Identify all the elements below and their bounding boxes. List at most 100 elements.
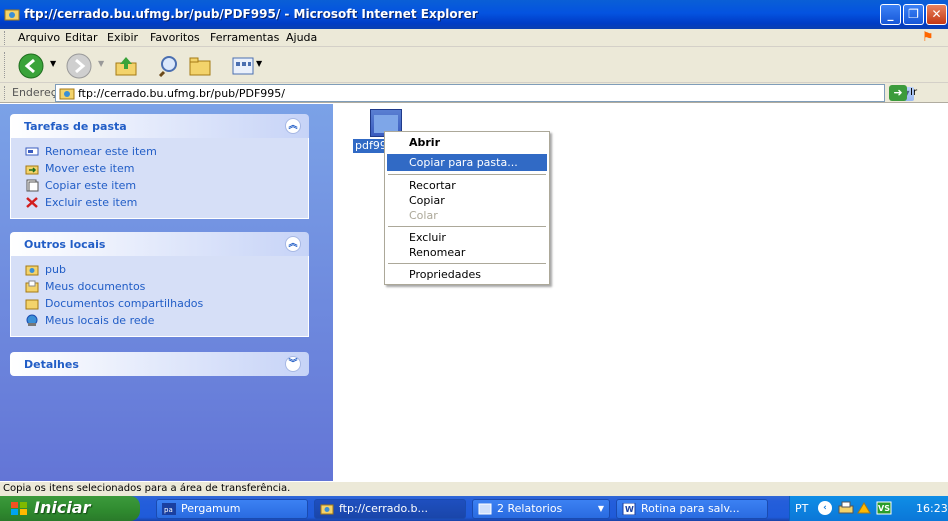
word-document-icon: W: [622, 503, 636, 515]
folders-icon[interactable]: [188, 55, 212, 77]
address-value: ftp://cerrado.bu.ufmg.br/pub/PDF995/: [78, 87, 285, 100]
language-indicator[interactable]: PT: [795, 502, 808, 515]
expand-icon[interactable]: ︾: [285, 356, 301, 372]
views-icon[interactable]: [232, 56, 254, 76]
collapse-icon[interactable]: ︽: [285, 236, 301, 252]
menu-separator: [388, 174, 546, 175]
back-dropdown-icon[interactable]: ▼: [50, 59, 56, 68]
task-relatorios[interactable]: 2 Relatorios ▼: [472, 499, 610, 519]
status-text: Copia os itens selecionados para a área …: [3, 483, 291, 494]
menu-item-rename[interactable]: Renomear: [387, 244, 547, 261]
views-dropdown-icon[interactable]: ▼: [256, 59, 262, 68]
minimize-button[interactable]: _: [880, 4, 901, 25]
svg-text:VS: VS: [878, 504, 890, 513]
toolbar: ▼ ▼ ▼: [0, 47, 948, 83]
toolbar-grip: [4, 52, 6, 78]
menu-bar: Arquivo Editar Exibir Favoritos Ferramen…: [0, 29, 948, 47]
clock: 16:23: [916, 502, 948, 515]
window-group-icon: [478, 503, 492, 515]
menu-ferramentas[interactable]: Ferramentas: [210, 31, 279, 44]
up-folder-icon[interactable]: [114, 55, 138, 77]
task-move[interactable]: Mover este item: [25, 161, 308, 178]
place-my-documents[interactable]: Meus documentos: [25, 279, 308, 296]
windows-flag-icon: [11, 502, 27, 515]
ftp-folder-icon: [59, 88, 75, 100]
close-button[interactable]: ✕: [926, 4, 947, 25]
back-icon[interactable]: [18, 53, 44, 79]
other-places-list: pub Meus documentos Documentos compartil…: [10, 256, 309, 337]
ftp-folder-icon: [320, 504, 334, 515]
address-bar: Endereço ftp://cerrado.bu.ufmg.br/pub/PD…: [0, 83, 948, 103]
antivirus-icon[interactable]: VS: [876, 501, 892, 515]
folder-icon: [25, 299, 39, 310]
forward-icon[interactable]: [66, 53, 92, 79]
system-tray: PT ‹ VS 16:23: [789, 496, 948, 521]
menu-item-copy-to-folder[interactable]: Copiar para pasta...: [387, 154, 547, 171]
start-label: Iniciar: [34, 498, 91, 517]
title-bar[interactable]: ftp://cerrado.bu.ufmg.br/pub/PDF995/ - M…: [0, 0, 948, 29]
task-rotina[interactable]: W Rotina para salv...: [616, 499, 768, 519]
task-rename[interactable]: Renomear este item: [25, 144, 308, 161]
collapse-icon[interactable]: ︽: [285, 118, 301, 134]
windows-logo-icon: ⚑: [922, 30, 934, 45]
move-icon: [25, 165, 39, 175]
menu-item-open[interactable]: Abrir: [387, 134, 547, 151]
folder-tasks-list: Renomear este item Mover este item Copia…: [10, 138, 309, 219]
status-bar: Copia os itens selecionados para a área …: [0, 481, 948, 496]
other-places-box: Outros locais ︽ pub Meus documentos Docu…: [10, 232, 309, 337]
printer-icon[interactable]: [838, 501, 854, 515]
menu-editar[interactable]: Editar: [65, 31, 98, 44]
task-delete[interactable]: Excluir este item: [25, 195, 308, 212]
details-title: Detalhes: [24, 358, 79, 371]
taskbar: Iniciar pa Pergamum ftp://cerrado.b... 2 …: [0, 496, 948, 521]
svg-text:W: W: [625, 505, 634, 514]
menu-arquivo[interactable]: Arquivo: [18, 31, 60, 44]
menu-item-properties[interactable]: Propriedades: [387, 266, 547, 283]
place-pub[interactable]: pub: [25, 262, 308, 279]
ftp-folder-icon: [25, 265, 39, 276]
tray-expand-icon[interactable]: ‹: [818, 501, 832, 515]
task-pane: Tarefas de pasta ︽ Renomear este item Mo…: [0, 104, 333, 481]
place-shared-documents[interactable]: Documentos compartilhados: [25, 296, 308, 313]
start-button[interactable]: Iniciar: [0, 496, 140, 521]
go-arrow-icon[interactable]: ➜: [889, 85, 907, 101]
group-dropdown-icon: ▼: [597, 504, 604, 513]
file-label[interactable]: pdf99: [353, 139, 386, 153]
menu-separator: [388, 263, 546, 264]
ie-window: ftp://cerrado.bu.ufmg.br/pub/PDF995/ - M…: [0, 0, 948, 521]
task-copy[interactable]: Copiar este item: [25, 178, 308, 195]
folder-tasks-header[interactable]: Tarefas de pasta ︽: [10, 114, 309, 138]
copy-icon: [26, 179, 39, 192]
window-title: ftp://cerrado.bu.ufmg.br/pub/PDF995/ - M…: [24, 7, 478, 21]
address-grip: [4, 86, 6, 100]
app-icon: pa: [162, 503, 176, 515]
go-button-label[interactable]: Ir: [910, 87, 917, 98]
folder-tasks-box: Tarefas de pasta ︽ Renomear este item Mo…: [10, 114, 309, 219]
menu-ajuda[interactable]: Ajuda: [286, 31, 317, 44]
task-pergamum[interactable]: pa Pergamum: [156, 499, 308, 519]
network-icon: [26, 314, 38, 326]
folder-icon: [25, 280, 39, 293]
search-icon[interactable]: [158, 55, 182, 77]
details-header[interactable]: Detalhes ︾: [10, 352, 309, 376]
task-ftp[interactable]: ftp://cerrado.b...: [314, 499, 466, 519]
address-input[interactable]: ftp://cerrado.bu.ufmg.br/pub/PDF995/ ▼: [55, 84, 914, 102]
rename-icon: [25, 147, 39, 156]
forward-dropdown-icon[interactable]: ▼: [98, 59, 104, 68]
menu-separator: [388, 226, 546, 227]
other-places-title: Outros locais: [24, 238, 106, 251]
details-box: Detalhes ︾: [10, 352, 309, 376]
menu-grip: [4, 31, 6, 45]
folder-tasks-title: Tarefas de pasta: [24, 120, 127, 133]
maximize-button[interactable]: ❐: [903, 4, 924, 25]
place-network[interactable]: Meus locais de rede: [25, 313, 308, 330]
network-tray-icon[interactable]: [856, 501, 872, 515]
menu-favoritos[interactable]: Favoritos: [150, 31, 200, 44]
delete-x-icon: [26, 197, 38, 208]
svg-text:pa: pa: [164, 506, 173, 514]
menu-item-paste: Colar: [409, 209, 438, 222]
ftp-folder-icon: [4, 9, 20, 21]
context-menu: Abrir Copiar para pasta... Recortar Copi…: [384, 131, 550, 285]
other-places-header[interactable]: Outros locais ︽: [10, 232, 309, 256]
menu-exibir[interactable]: Exibir: [107, 31, 138, 44]
